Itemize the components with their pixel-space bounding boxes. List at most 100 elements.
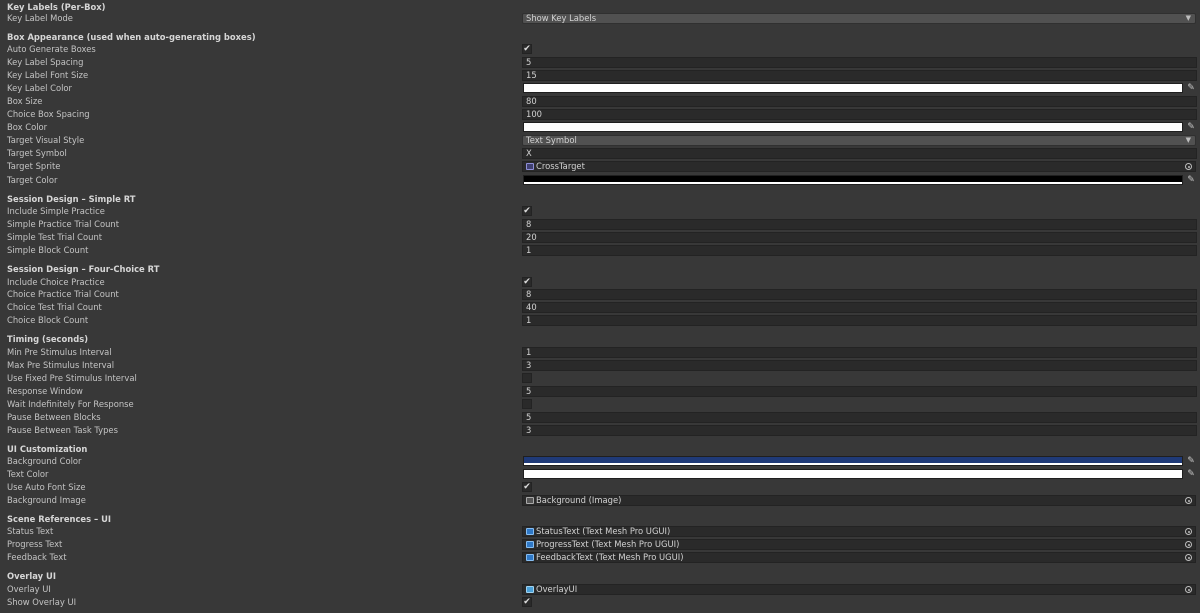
eyedropper-icon[interactable]: ✎ [1186,456,1196,466]
checkmark-icon: ✔ [523,44,531,54]
property-label: Pause Between Task Types [7,425,118,435]
section-header-label: Timing (seconds) [7,334,89,344]
property-label: Max Pre Stimulus Interval [7,360,115,370]
simple-block-count-field[interactable]: 1 [522,245,1197,256]
target-color-swatch[interactable] [523,175,1183,185]
object-reference-name: StatusText (Text Mesh Pro UGUI) [536,526,671,536]
property-row-target-symbol: Target Symbol X [0,147,1200,160]
property-row-simple-block-count: Simple Block Count 1 [0,244,1200,257]
eyedropper-icon[interactable]: ✎ [1186,122,1196,132]
object-picker-icon[interactable] [1185,586,1192,593]
property-row-show-overlay-ui: Show Overlay UI ✔ [0,596,1200,609]
choice-test-trial-count-field[interactable]: 40 [522,302,1197,313]
eyedropper-icon[interactable]: ✎ [1186,175,1196,185]
use-fixed-pre-stimulus-interval-checkbox[interactable] [522,373,532,383]
response-window-field[interactable]: 5 [522,386,1197,397]
eyedropper-icon[interactable]: ✎ [1186,83,1196,93]
object-reference-name: Background (Image) [536,495,622,505]
alpha-bar [524,476,1182,478]
key-label-font-size-field[interactable]: 15 [522,70,1197,81]
target-symbol-field[interactable]: X [522,148,1197,159]
use-auto-font-size-checkbox[interactable]: ✔ [522,482,532,492]
property-row-pause-between-task-types: Pause Between Task Types 3 [0,424,1200,437]
min-pre-stimulus-interval-field[interactable]: 1 [522,347,1197,358]
feedback-text-object-field[interactable]: FeedbackText (Text Mesh Pro UGUI) [522,552,1196,563]
property-label: Include Simple Practice [7,206,105,216]
dropdown-selected-value: Show Key Labels [526,13,597,23]
background-color-swatch[interactable] [523,456,1183,466]
property-row-key-label-font-size: Key Label Font Size 15 [0,69,1200,82]
property-label: Choice Box Spacing [7,109,90,119]
status-text-object-field[interactable]: StatusText (Text Mesh Pro UGUI) [522,526,1196,537]
target-visual-style-dropdown[interactable]: Text Symbol ▼ [522,135,1196,146]
include-choice-practice-checkbox[interactable]: ✔ [522,277,532,287]
simple-practice-trial-count-field[interactable]: 8 [522,219,1197,230]
pause-between-task-types-field[interactable]: 3 [522,425,1197,436]
choice-block-count-field[interactable]: 1 [522,315,1197,326]
section-header-session-design-four-choice-rt: Session Design – Four-Choice RT [0,263,1200,276]
property-label: Target Color [7,175,58,185]
property-row-use-fixed-pre-stimulus-interval: Use Fixed Pre Stimulus Interval [0,372,1200,385]
text-mesh-pro-icon [526,528,534,535]
object-picker-icon[interactable] [1185,554,1192,561]
property-row-box-size: Box Size 80 [0,95,1200,108]
property-label: Target Sprite [7,161,61,171]
auto-generate-boxes-checkbox[interactable]: ✔ [522,44,532,54]
box-color-swatch[interactable] [523,122,1183,132]
overlay-ui-object-field[interactable]: OverlayUI [522,584,1196,595]
property-row-use-auto-font-size: Use Auto Font Size ✔ [0,481,1200,494]
property-label: Target Visual Style [7,135,85,145]
object-picker-icon[interactable] [1185,541,1192,548]
property-row-key-label-color: Key Label Color ✎ [0,82,1200,95]
property-label: Pause Between Blocks [7,412,101,422]
property-label: Background Color [7,456,82,466]
property-label: Simple Practice Trial Count [7,219,120,229]
max-pre-stimulus-interval-field[interactable]: 3 [522,360,1197,371]
choice-box-spacing-field[interactable]: 100 [522,109,1197,120]
object-picker-icon[interactable] [1185,528,1192,535]
object-reference-name: FeedbackText (Text Mesh Pro UGUI) [536,552,684,562]
pause-between-blocks-field[interactable]: 5 [522,412,1197,423]
object-picker-icon[interactable] [1185,497,1192,504]
object-picker-icon[interactable] [1185,163,1192,170]
property-label: Response Window [7,386,83,396]
box-size-field[interactable]: 80 [522,96,1197,107]
dropdown-selected-value: Text Symbol [526,135,577,145]
property-label: Choice Practice Trial Count [7,289,119,299]
property-label: Min Pre Stimulus Interval [7,347,112,357]
key-label-spacing-field[interactable]: 5 [522,57,1197,68]
target-sprite-object-field[interactable]: CrossTarget [522,161,1196,172]
progress-text-object-field[interactable]: ProgressText (Text Mesh Pro UGUI) [522,539,1196,550]
property-label: Text Color [7,469,49,479]
image-icon [526,497,534,504]
simple-test-trial-count-field[interactable]: 20 [522,232,1197,243]
property-label: Key Label Color [7,83,72,93]
key-label-mode-dropdown[interactable]: Show Key Labels ▼ [522,13,1196,24]
chevron-down-icon: ▼ [1185,14,1191,22]
eyedropper-icon[interactable]: ✎ [1186,469,1196,479]
property-row-choice-block-count: Choice Block Count 1 [0,314,1200,327]
background-image-object-field[interactable]: Background (Image) [522,495,1196,506]
property-row-progress-text: Progress Text ProgressText (Text Mesh Pro… [0,538,1200,551]
property-row-target-visual-style: Target Visual Style Text Symbol ▼ [0,134,1200,147]
property-row-choice-test-trial-count: Choice Test Trial Count 40 [0,301,1200,314]
choice-practice-trial-count-field[interactable]: 8 [522,289,1197,300]
property-row-wait-indefinitely-for-response: Wait Indefinitely For Response [0,398,1200,411]
property-row-simple-test-trial-count: Simple Test Trial Count 20 [0,231,1200,244]
property-row-response-window: Response Window 5 [0,385,1200,398]
show-overlay-ui-checkbox[interactable]: ✔ [522,597,532,607]
property-row-feedback-text: Feedback Text FeedbackText (Text Mesh Pro… [0,551,1200,564]
key-label-color-swatch[interactable] [523,83,1183,93]
inspector-panel: Key Labels (Per-Box) Key Label Mode Show K… [0,0,1200,613]
section-header-label: Overlay UI [7,571,56,581]
property-label: Key Label Spacing [7,57,84,67]
text-color-swatch[interactable] [523,469,1183,479]
sprite-icon [526,163,534,170]
text-mesh-pro-icon [526,554,534,561]
include-simple-practice-checkbox[interactable]: ✔ [522,206,532,216]
section-header-label: Session Design – Four-Choice RT [7,264,160,274]
property-row-min-pre-stimulus-interval: Min Pre Stimulus Interval 1 [0,346,1200,359]
property-label: Wait Indefinitely For Response [7,399,134,409]
wait-indefinitely-for-response-checkbox[interactable] [522,399,532,409]
section-header-timing-seconds: Timing (seconds) [0,333,1200,346]
